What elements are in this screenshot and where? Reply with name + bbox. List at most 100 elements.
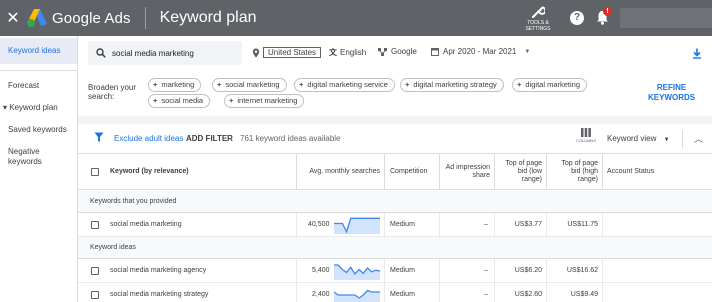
refine-keywords-button[interactable]: REFINE KEYWORDS	[648, 83, 695, 103]
section-keywords-provided: Keywords that you provided	[78, 191, 712, 213]
date-range-value: Apr 2020 - Mar 2021	[443, 47, 517, 56]
language-value: English	[340, 48, 367, 57]
keyword-ideas-count: 761 keyword ideas available	[240, 134, 341, 143]
sidebar-item-saved-keywords[interactable]: Saved keywords	[0, 125, 77, 134]
row-checkbox[interactable]	[91, 267, 99, 275]
ad-impression-header-line1: Ad impression	[445, 164, 490, 171]
section-divider	[78, 116, 712, 124]
table-row[interactable]: social media marketing strategy 2,400 Me…	[78, 283, 712, 302]
bid-high-cell: US$16.62	[546, 259, 602, 283]
top-bar: ✕ Google Ads Keyword plan TOOLS & SETTIN…	[0, 0, 712, 36]
column-header-competition[interactable]: Competition	[384, 154, 439, 190]
broaden-search-label: Broaden your search:	[88, 83, 144, 101]
sidebar-item-keyword-ideas[interactable]: Keyword ideas	[0, 38, 77, 64]
exclude-adult-ideas-filter[interactable]: Exclude adult ideas	[114, 134, 183, 143]
broaden-chip[interactable]: + social marketing	[212, 78, 287, 92]
sidebar-item-forecast[interactable]: Forecast	[0, 81, 77, 90]
account-status-cell	[602, 259, 712, 283]
filter-funnel-icon[interactable]	[94, 132, 104, 143]
table-row[interactable]: social media marketing agency 5,400 Medi…	[78, 259, 712, 283]
download-button[interactable]	[692, 46, 702, 64]
sidebar-divider	[0, 70, 77, 71]
network-icon	[378, 47, 387, 56]
column-header-keyword[interactable]: Keyword (by relevance)	[110, 154, 296, 190]
keyword-cell: social media marketing	[110, 221, 182, 228]
calendar-icon	[431, 48, 439, 56]
close-icon[interactable]: ✕	[2, 8, 24, 28]
trend-sparkline	[334, 264, 380, 280]
network-filter[interactable]: Google	[378, 47, 417, 56]
network-value: Google	[391, 47, 417, 56]
sparkline-area	[334, 218, 380, 234]
download-icon	[693, 48, 701, 59]
plus-icon: +	[405, 80, 410, 89]
chip-label: internet marketing	[237, 96, 298, 105]
status-header-label: Account Status	[607, 168, 655, 175]
sidebar-item-negative-keywords-line2[interactable]: keywords	[0, 157, 77, 166]
bid-low-cell: US$6.20	[494, 259, 546, 283]
translate-icon: 文	[329, 48, 337, 57]
column-header-avg-monthly-searches[interactable]: Avg. monthly searches	[296, 154, 384, 190]
bid-high-cell: US$11.75	[546, 213, 602, 237]
collapse-chevron-icon[interactable]: ︿	[694, 132, 703, 145]
table-header: Keyword (by relevance) Avg. monthly sear…	[78, 154, 712, 190]
toolbar-divider	[682, 130, 683, 148]
broaden-chip[interactable]: + digital marketing	[512, 78, 587, 92]
impression-share-cell: –	[439, 259, 494, 283]
column-header-account-status[interactable]: Account Status	[602, 154, 712, 190]
google-ads-logo-icon	[27, 9, 47, 27]
notifications-button[interactable]: !	[596, 7, 612, 26]
row-checkbox[interactable]	[91, 221, 99, 229]
location-pin-icon	[252, 48, 260, 57]
broaden-chip[interactable]: + digital marketing strategy	[400, 78, 504, 92]
keyword-view-label: Keyword view	[607, 134, 657, 143]
table-row[interactable]: social media marketing 40,500 Medium – U…	[78, 213, 712, 237]
tools-settings-button[interactable]: TOOLS & SETTINGS	[520, 5, 556, 32]
column-header-ad-impression-share[interactable]: Ad impression share	[439, 154, 494, 190]
account-status-cell	[602, 213, 712, 237]
column-header-bid-high[interactable]: Top of page bid (high range)	[546, 154, 602, 190]
sidebar-item-negative-keywords[interactable]: Negative	[0, 147, 77, 156]
results-toolbar: Exclude adult ideas ADD FILTER 761 keywo…	[78, 124, 712, 154]
account-selector[interactable]	[620, 8, 712, 28]
location-filter[interactable]: United States	[252, 47, 322, 58]
help-icon[interactable]: ?	[570, 11, 584, 25]
competition-header-label: Competition	[390, 168, 428, 175]
chip-label: social media	[161, 96, 204, 105]
wrench-icon	[532, 5, 545, 18]
plus-icon: +	[517, 80, 522, 89]
column-header-bid-low[interactable]: Top of page bid (low range)	[494, 154, 546, 190]
header-divider	[144, 7, 146, 29]
trend-sparkline	[334, 289, 380, 302]
page-title: Keyword plan	[159, 9, 257, 26]
plus-icon: +	[153, 80, 158, 89]
refine-label-line1: REFINE	[656, 83, 687, 92]
account-status-cell	[602, 283, 712, 302]
select-all-checkbox[interactable]	[91, 168, 99, 176]
keyword-search-input[interactable]: social media marketing	[88, 41, 242, 65]
plus-icon: +	[217, 80, 222, 89]
bid-high-header-line3: range)	[577, 176, 598, 183]
columns-button[interactable]: COLUMNS	[573, 128, 599, 143]
broaden-chip[interactable]: + internet marketing	[224, 94, 305, 108]
broaden-label-line2: search:	[88, 92, 115, 101]
broaden-chip[interactable]: + social media	[148, 94, 211, 108]
bid-low-header-line3: range)	[521, 176, 542, 183]
row-checkbox[interactable]	[91, 291, 99, 299]
impression-share-cell: –	[439, 213, 494, 237]
plus-icon: +	[229, 96, 234, 105]
tools-label-line2: SETTINGS	[525, 25, 551, 32]
add-filter-button[interactable]: ADD FILTER	[186, 134, 233, 143]
language-filter[interactable]: 文 English	[329, 47, 366, 58]
bid-high-cell: US$9.49	[546, 283, 602, 302]
google-ads-logo[interactable]: Google Ads	[26, 8, 131, 28]
columns-icon	[581, 128, 591, 137]
columns-label: COLUMNS	[575, 138, 596, 143]
broaden-chip[interactable]: + digital marketing service	[294, 78, 395, 92]
sidebar-item-keyword-plan[interactable]: ▾ Keyword plan	[0, 103, 77, 112]
keyword-view-dropdown[interactable]: Keyword view ▼	[607, 134, 670, 143]
searches-value: 40,500	[308, 221, 330, 228]
date-range-filter[interactable]: Apr 2020 - Mar 2021 ▼	[431, 47, 530, 56]
broaden-chip[interactable]: + marketing	[148, 78, 202, 92]
searches-value: 2,400	[312, 291, 330, 298]
